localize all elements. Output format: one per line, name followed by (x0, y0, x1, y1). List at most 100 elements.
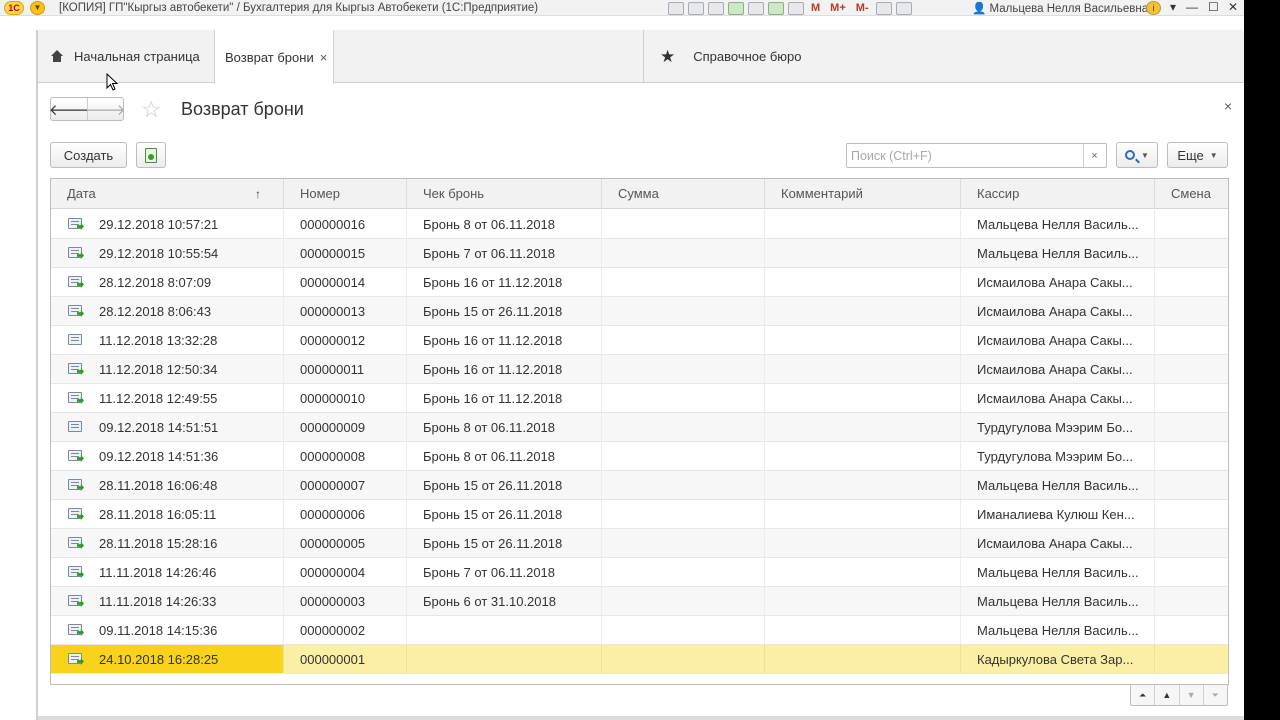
cell-shift[interactable] (1155, 210, 1228, 238)
table-row[interactable]: 09.11.2018 14:15:36 000000002 Мальцева Нел… (51, 616, 1228, 645)
cell-date[interactable]: 28.12.2018 8:06:43 (51, 297, 284, 325)
cell-check[interactable]: Бронь 16 от 11.12.2018 (407, 326, 602, 354)
cell-comment[interactable] (765, 529, 961, 557)
search-clear-icon[interactable]: × (1083, 144, 1105, 167)
cell-number[interactable]: 000000009 (284, 413, 407, 441)
cell-comment[interactable] (765, 471, 961, 499)
cell-sum[interactable] (602, 326, 765, 354)
cell-number[interactable]: 000000006 (284, 500, 407, 528)
cell-check[interactable]: Бронь 15 от 26.11.2018 (407, 529, 602, 557)
cell-cashier[interactable]: Мальцева Нелля Василь... (961, 210, 1155, 238)
cell-shift[interactable] (1155, 326, 1228, 354)
scroll-down-button[interactable]: ▼ (1180, 685, 1204, 705)
cell-cashier[interactable]: Исмаилова Анара Сакы... (961, 529, 1155, 557)
cell-shift[interactable] (1155, 645, 1228, 673)
cell-number[interactable]: 000000015 (284, 239, 407, 267)
cell-sum[interactable] (602, 210, 765, 238)
cell-sum[interactable] (602, 297, 765, 325)
cell-shift[interactable] (1155, 297, 1228, 325)
copy-icon[interactable] (748, 1, 764, 15)
cell-cashier[interactable]: Мальцева Нелля Василь... (961, 471, 1155, 499)
column-header-date[interactable]: Дата ↑ (51, 179, 284, 209)
current-user[interactable]: 👤 Мальцева Нелля Васильевна (972, 1, 1148, 15)
cell-sum[interactable] (602, 558, 765, 586)
cell-comment[interactable] (765, 587, 961, 615)
minimize-button[interactable]: — (1186, 0, 1198, 14)
cell-cashier[interactable]: Исмаилова Анара Сакы... (961, 384, 1155, 412)
cell-date[interactable]: 09.12.2018 14:51:36 (51, 442, 284, 470)
cell-cashier[interactable]: Мальцева Нелля Василь... (961, 587, 1155, 615)
cell-number[interactable]: 000000007 (284, 471, 407, 499)
table-row[interactable]: 28.12.2018 8:06:43 000000013 Бронь 15 от 2… (51, 297, 1228, 326)
cell-cashier[interactable]: Кадыркулова Света Зар... (961, 645, 1155, 673)
cell-cashier[interactable]: Мальцева Нелля Василь... (961, 239, 1155, 267)
documents-table[interactable]: Дата ↑ Номер Чек бронь Сумма Комментарий… (50, 178, 1229, 685)
panels-icon[interactable] (895, 1, 912, 15)
scroll-first-button[interactable]: ⏶ (1131, 685, 1156, 705)
table-row[interactable]: 28.11.2018 15:28:16 000000005 Бронь 15 от … (51, 529, 1228, 558)
cell-number[interactable]: 000000004 (284, 558, 407, 586)
cell-shift[interactable] (1155, 413, 1228, 441)
memory-minus-button[interactable]: M- (856, 2, 869, 14)
cell-comment[interactable] (765, 210, 961, 238)
main-menu-button[interactable]: ▼ (30, 0, 45, 15)
cell-sum[interactable] (602, 471, 765, 499)
column-header-comment[interactable]: Комментарий (765, 179, 961, 209)
tab-home[interactable]: Начальная страница (38, 30, 213, 83)
create-button[interactable]: Создать (50, 142, 127, 168)
cell-date[interactable]: 09.12.2018 14:51:51 (51, 413, 284, 441)
cell-check[interactable]: Бронь 8 от 06.11.2018 (407, 442, 602, 470)
close-window-button[interactable]: ✕ (1228, 0, 1238, 14)
cell-number[interactable]: 000000001 (284, 645, 407, 673)
cell-shift[interactable] (1155, 500, 1228, 528)
cell-number[interactable]: 000000011 (284, 355, 407, 383)
calculator-icon[interactable] (768, 1, 784, 15)
info-icon[interactable]: i (1146, 1, 1161, 15)
cell-date[interactable]: 28.12.2018 8:07:09 (51, 268, 284, 296)
cell-date[interactable]: 11.12.2018 12:50:34 (51, 355, 284, 383)
preview-icon[interactable] (708, 1, 724, 15)
cell-sum[interactable] (602, 616, 765, 644)
cell-check[interactable]: Бронь 16 от 11.12.2018 (407, 268, 602, 296)
cell-shift[interactable] (1155, 558, 1228, 586)
table-row[interactable]: 28.11.2018 16:05:11 000000006 Бронь 15 от … (51, 500, 1228, 529)
cell-shift[interactable] (1155, 355, 1228, 383)
dropdown-icon[interactable]: ▾ (1170, 0, 1176, 14)
table-row[interactable]: 24.10.2018 16:28:25 000000001 Кадыркулова … (51, 645, 1228, 674)
cell-comment[interactable] (765, 500, 961, 528)
cell-date[interactable]: 28.11.2018 16:05:11 (51, 500, 284, 528)
cell-number[interactable]: 000000005 (284, 529, 407, 557)
cell-number[interactable]: 000000002 (284, 616, 407, 644)
cell-sum[interactable] (602, 413, 765, 441)
maximize-button[interactable]: ☐ (1208, 0, 1219, 14)
cell-comment[interactable] (765, 326, 961, 354)
cell-sum[interactable] (602, 355, 765, 383)
cell-shift[interactable] (1155, 239, 1228, 267)
scroll-up-button[interactable]: ▲ (1155, 685, 1180, 705)
table-row[interactable]: 11.11.2018 14:26:46 000000004 Бронь 7 от 0… (51, 558, 1228, 587)
cell-cashier[interactable]: Мальцева Нелля Василь... (961, 558, 1155, 586)
cell-check[interactable]: Бронь 16 от 11.12.2018 (407, 355, 602, 383)
cell-sum[interactable] (602, 500, 765, 528)
cell-check[interactable]: Бронь 7 от 06.11.2018 (407, 558, 602, 586)
cell-check[interactable]: Бронь 8 от 06.11.2018 (407, 210, 602, 238)
cell-comment[interactable] (765, 297, 961, 325)
cell-check[interactable]: Бронь 15 от 26.11.2018 (407, 471, 602, 499)
cell-number[interactable]: 000000013 (284, 297, 407, 325)
cell-check[interactable] (407, 616, 602, 644)
table-row[interactable]: 11.12.2018 12:49:55 000000010 Бронь 16 от … (51, 384, 1228, 413)
cell-comment[interactable] (765, 268, 961, 296)
save-icon[interactable] (668, 1, 684, 15)
cell-cashier[interactable]: Исмаилова Анара Сакы... (961, 326, 1155, 354)
column-header-shift[interactable]: Смена (1155, 179, 1228, 209)
cell-check[interactable]: Бронь 8 от 06.11.2018 (407, 413, 602, 441)
cell-cashier[interactable]: Исмаилова Анара Сакы... (961, 297, 1155, 325)
print-icon[interactable] (688, 1, 704, 15)
cell-shift[interactable] (1155, 616, 1228, 644)
tab-close-icon[interactable]: × (320, 50, 328, 65)
cell-shift[interactable] (1155, 384, 1228, 412)
table-row[interactable]: 11.12.2018 12:50:34 000000011 Бронь 16 от … (51, 355, 1228, 384)
calendar-icon[interactable] (788, 1, 804, 15)
cell-cashier[interactable]: Турдугулова Мээрим Бо... (961, 413, 1155, 441)
cell-check[interactable]: Бронь 15 от 26.11.2018 (407, 500, 602, 528)
